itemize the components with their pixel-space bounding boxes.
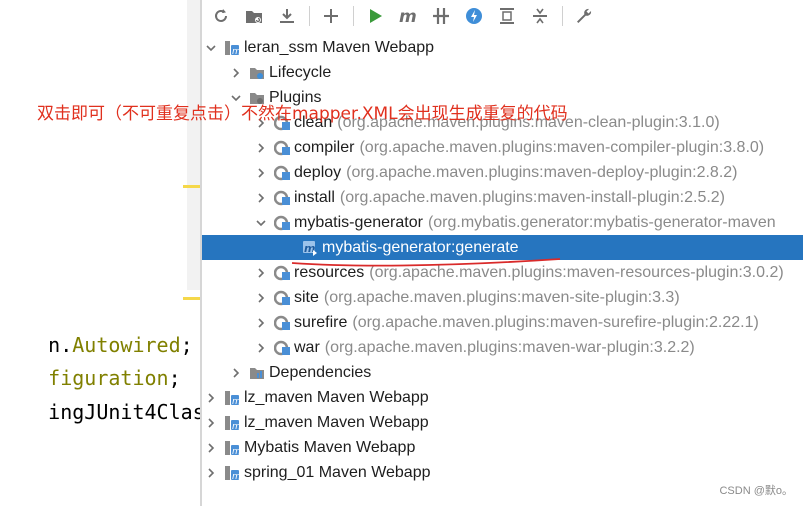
show-dependencies-icon[interactable] [496, 5, 518, 27]
tree-node-plugin[interactable]: compiler (org.apache.maven.plugins:maven… [202, 135, 803, 160]
chevron-right-icon[interactable] [254, 141, 268, 155]
chevron-right-icon[interactable] [229, 366, 243, 380]
chevron-right-icon[interactable] [254, 341, 268, 355]
node-label: Mybatis Maven Webapp [244, 438, 416, 456]
refresh-icon[interactable] [210, 5, 232, 27]
chevron-right-icon[interactable] [204, 391, 218, 405]
maven-toolbar: m [202, 0, 803, 32]
run-icon[interactable] [364, 5, 386, 27]
plugin-coordinates: (org.apache.maven.plugins:maven-war-plug… [324, 338, 695, 356]
plugin-name: war [294, 338, 320, 356]
plugin-name: deploy [294, 163, 342, 181]
svg-text:m: m [232, 422, 240, 431]
node-label: lz_maven Maven Webapp [244, 388, 429, 406]
maven-plugin-icon [274, 315, 290, 331]
plugin-name: site [294, 288, 319, 306]
tree-node-plugin[interactable]: site (org.apache.maven.plugins:maven-sit… [202, 285, 803, 310]
tree-node-project[interactable]: m spring_01 Maven Webapp [202, 460, 803, 485]
tree-node-project[interactable]: m Mybatis Maven Webapp [202, 435, 803, 460]
code-text: ingJUnit4ClassRun [48, 400, 201, 424]
plugin-name: mybatis-generator [294, 213, 423, 231]
maven-project-icon: m [224, 440, 240, 456]
chevron-right-icon[interactable] [254, 191, 268, 205]
tree-node-project[interactable]: m lz_maven Maven Webapp [202, 385, 803, 410]
node-label: lz_maven Maven Webapp [244, 413, 429, 431]
node-label: Dependencies [269, 363, 372, 381]
change-marker[interactable] [183, 185, 200, 188]
tree-node-plugin[interactable]: surefire (org.apache.maven.plugins:maven… [202, 310, 803, 335]
chevron-right-icon[interactable] [229, 66, 243, 80]
download-icon[interactable] [276, 5, 298, 27]
tree-node-plugin[interactable]: war (org.apache.maven.plugins:maven-war-… [202, 335, 803, 360]
plugin-name: compiler [294, 138, 355, 156]
settings-wrench-icon[interactable] [573, 5, 595, 27]
toggle-offline-icon[interactable] [430, 5, 452, 27]
code-line[interactable]: ingJUnit4ClassRun [0, 376, 201, 448]
generate-sources-icon[interactable] [243, 5, 265, 27]
collapse-all-icon[interactable] [529, 5, 551, 27]
tree-node-plugin-expanded[interactable]: mybatis-generator (org.mybatis.generator… [202, 210, 803, 235]
chevron-right-icon[interactable] [254, 291, 268, 305]
tree-node-project[interactable]: m lz_maven Maven Webapp [202, 410, 803, 435]
add-icon[interactable] [320, 5, 342, 27]
annotation-note: 双击即可（不可重复点击）不然在mapper.XML会出现生成重复的代码 [37, 104, 568, 124]
maven-project-icon: m [224, 40, 240, 56]
chevron-right-icon[interactable] [204, 416, 218, 430]
plugin-coordinates: (org.apache.maven.plugins:maven-install-… [339, 188, 726, 206]
lifecycle-folder-icon [249, 65, 265, 81]
svg-text:m: m [232, 472, 240, 481]
chevron-down-icon[interactable] [254, 216, 268, 230]
maven-plugin-icon [274, 190, 290, 206]
maven-plugin-icon [274, 290, 290, 306]
chevron-right-icon[interactable] [204, 441, 218, 455]
maven-plugin-icon [274, 165, 290, 181]
node-label: Lifecycle [269, 63, 332, 81]
skip-tests-icon[interactable] [463, 5, 485, 27]
tree-node-plugin[interactable]: deploy (org.apache.maven.plugins:maven-d… [202, 160, 803, 185]
chevron-down-icon[interactable] [204, 41, 218, 55]
tree-node-lifecycle[interactable]: Lifecycle [202, 60, 803, 85]
plugin-coordinates: (org.apache.maven.plugins:maven-compiler… [359, 138, 765, 156]
maven-project-icon: m [224, 465, 240, 481]
node-label: leran_ssm Maven Webapp [244, 38, 435, 56]
tree-node-dependencies[interactable]: Dependencies [202, 360, 803, 385]
editor-scrollbar[interactable] [187, 0, 200, 290]
svg-text:m: m [399, 7, 417, 25]
chevron-right-icon[interactable] [254, 316, 268, 330]
maven-plugin-icon [274, 265, 290, 281]
maven-project-icon: m [224, 390, 240, 406]
plugin-coordinates: (org.apache.maven.plugins:maven-surefire… [352, 313, 759, 331]
tree-node-plugin[interactable]: install (org.apache.maven.plugins:maven-… [202, 185, 803, 210]
svg-text:m: m [232, 447, 240, 456]
maven-goal-icon[interactable]: m [397, 5, 419, 27]
dependencies-folder-icon [249, 365, 265, 381]
watermark: CSDN @默o。 [719, 485, 793, 497]
tree-node-project[interactable]: m leran_ssm Maven Webapp [202, 35, 803, 60]
maven-plugin-icon [274, 340, 290, 356]
chevron-right-icon[interactable] [254, 166, 268, 180]
plugin-coordinates: (org.apache.maven.plugins:maven-site-plu… [323, 288, 680, 306]
annotation-underline [291, 258, 561, 267]
plugin-coordinates: (org.mybatis.generator:mybatis-generator… [427, 213, 776, 231]
code-text: ; [180, 333, 193, 357]
plugin-name: install [294, 188, 335, 206]
maven-project-icon: m [224, 415, 240, 431]
change-marker[interactable] [183, 297, 200, 300]
chevron-right-icon[interactable] [204, 466, 218, 480]
plugin-name: surefire [294, 313, 348, 331]
code-editor-pane[interactable]: n.Autowired; figuration; ingJUnit4ClassR… [0, 0, 201, 506]
svg-text:m: m [232, 47, 240, 56]
toolbar-separator [562, 6, 563, 26]
chevron-right-icon[interactable] [254, 266, 268, 280]
maven-plugin-icon [274, 140, 290, 156]
toolbar-separator [353, 6, 354, 26]
toolbar-separator [309, 6, 310, 26]
svg-text:m: m [232, 397, 240, 406]
maven-tool-window: m m leran_ssm Maven Webapp Lifecycle Plu… [202, 0, 803, 506]
plugin-coordinates: (org.apache.maven.plugins:maven-deploy-p… [346, 163, 738, 181]
maven-plugin-icon [274, 215, 290, 231]
node-label: spring_01 Maven Webapp [244, 463, 431, 481]
